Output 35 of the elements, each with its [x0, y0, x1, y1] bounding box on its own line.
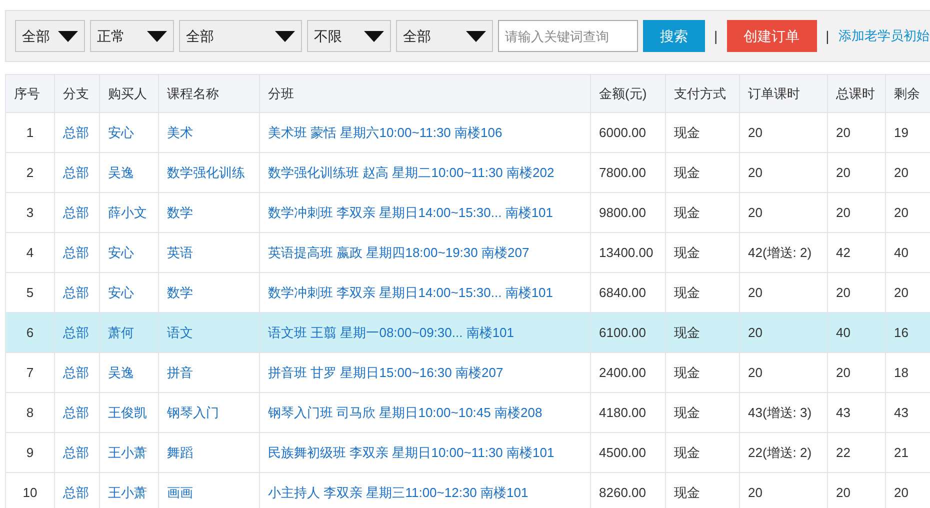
filter-dropdown[interactable]: 不限	[307, 20, 391, 52]
caret-icon	[147, 30, 167, 42]
table-row[interactable]: 7 总部 吴逸 拼音 拼音班 甘罗 星期日15:00~16:30 南楼207 2400.00 现金 20 20 18	[6, 353, 930, 393]
table-cell: 20	[886, 473, 930, 508]
table-row[interactable]: 9 总部 王小萧 舞蹈 民族舞初级班 李双亲 星期日10:00~11:30 南楼101 4500.00 现金 22(增送: 2) 22 21	[6, 433, 930, 473]
table-cell: 20	[828, 473, 886, 508]
caret-icon	[58, 30, 78, 42]
filter-dropdown[interactable]: 全部	[15, 20, 85, 52]
caret-icon	[466, 30, 486, 42]
table-cell: 20	[740, 473, 828, 508]
table-row[interactable]: 4 总部 安心 英语 英语提高班 嬴政 星期四18:00~19:30 南楼207 13400.00 现金 42(增送: 2) 42 40	[6, 233, 930, 273]
table-row[interactable]: 5 总部 安心 数学 数学冲刺班 李双亲 星期日14:00~15:30... 南楼101 6840.00 现金 20 20 20	[6, 273, 930, 313]
table-cell[interactable]: 画画	[159, 473, 260, 508]
table-row[interactable]: 3 总部 薛小文 数学 数学冲刺班 李双亲 星期日14:00~15:30... 南楼101 9800.00 现金 20 20 20	[6, 193, 930, 233]
search-field[interactable]: 请输入关键词查询	[498, 20, 638, 52]
filter-dropdown[interactable]: 全部	[396, 20, 493, 52]
table-cell: 10	[6, 473, 55, 508]
separator-text: |	[824, 26, 830, 46]
separator-text: |	[713, 26, 719, 46]
table-cell[interactable]: 总部	[55, 473, 100, 508]
table-cell[interactable]: 小主持人 李双亲 星期三11:00~12:30 南楼101	[260, 473, 591, 508]
filter-dropdown[interactable]: 正常	[90, 20, 174, 52]
table-row[interactable]: 2 总部 吴逸 数学强化训练 数学强化训练班 赵高 星期二10:00~11:30 南楼202 7800.00 现金 20 20 20	[6, 153, 930, 193]
caret-icon	[275, 30, 295, 42]
create-order-button[interactable]: 创建订单	[726, 20, 817, 52]
table-row[interactable]: 8 总部 王俊凯 钢琴入门 钢琴入门班 司马欣 星期日10:00~10:45 南楼208 4180.00 现金 43(增送: 3) 43 43	[6, 393, 930, 433]
table-cell: 现金	[666, 473, 740, 508]
table-row[interactable]: 6 总部 萧何 语文 语文班 王翦 星期一08:00~09:30... 南楼101 6100.00 现金 20 40 16	[6, 313, 930, 353]
table-cell: 8260.00	[591, 473, 666, 508]
table-row[interactable]: 1 总部 安心 美术 美术班 蒙恬 星期六10:00~11:30 南楼106 6000.00 现金 20 20 19	[6, 113, 930, 153]
table-cell[interactable]: 王小萧	[100, 473, 159, 508]
caret-icon	[364, 30, 384, 42]
filter-dropdown[interactable]: 全部	[179, 20, 302, 52]
search-button[interactable]: 搜索	[643, 20, 705, 52]
add-student-link[interactable]: 添加老学员初始	[838, 26, 930, 46]
